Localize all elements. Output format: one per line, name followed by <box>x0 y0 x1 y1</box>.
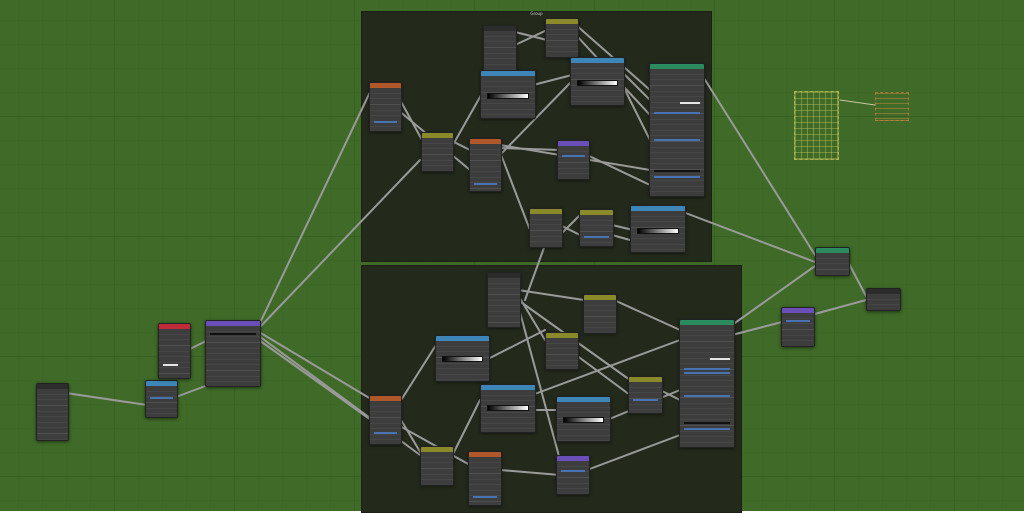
node-link <box>532 74 573 86</box>
node-input-6[interactable] <box>545 332 579 370</box>
node-link <box>397 344 437 406</box>
node-dark-2[interactable] <box>487 272 521 328</box>
node-group-input[interactable] <box>36 383 69 441</box>
node-link <box>682 211 816 263</box>
node-principled-bsdf-2[interactable] <box>679 319 735 448</box>
node-link <box>810 299 867 316</box>
node-input-7[interactable] <box>628 376 663 414</box>
node-principled-bsdf-1[interactable] <box>649 63 705 197</box>
node-texture-4[interactable] <box>468 451 502 506</box>
node-color-ramp-6[interactable] <box>556 396 611 442</box>
node-input-4[interactable] <box>579 209 614 247</box>
node-texture-1[interactable] <box>369 82 402 132</box>
node-input-8[interactable] <box>420 446 454 486</box>
node-link <box>65 392 148 406</box>
node-vector-splitter[interactable] <box>205 320 261 387</box>
node-editor-canvas[interactable]: Group <box>0 0 1024 513</box>
reroute-cluster[interactable] <box>794 91 839 160</box>
node-link <box>839 99 876 106</box>
node-link <box>258 331 372 400</box>
node-converter[interactable] <box>145 380 178 418</box>
reroute-cluster-small[interactable] <box>875 92 909 121</box>
node-input-1[interactable] <box>421 132 454 172</box>
node-input-2[interactable] <box>545 18 579 58</box>
node-link <box>611 234 631 241</box>
node-link <box>586 154 651 186</box>
node-vector-3[interactable] <box>781 307 815 347</box>
node-texture-2[interactable] <box>469 138 502 192</box>
node-color-ramp-2[interactable] <box>570 57 625 106</box>
node-vector-1[interactable] <box>557 140 590 180</box>
node-texture-3[interactable] <box>369 395 402 445</box>
node-input-3[interactable] <box>529 208 563 248</box>
node-link <box>258 89 372 326</box>
node-color-ramp-1[interactable] <box>480 70 536 119</box>
node-input-5[interactable] <box>583 294 617 334</box>
node-link <box>258 159 421 329</box>
node-output-red[interactable] <box>158 323 191 379</box>
node-link <box>559 224 581 236</box>
node-link <box>499 151 531 231</box>
node-link <box>559 214 581 236</box>
node-material-output[interactable] <box>866 288 901 311</box>
node-vector-2[interactable] <box>556 455 590 495</box>
node-color-ramp-3[interactable] <box>630 205 686 253</box>
node-link <box>485 329 546 361</box>
node-link <box>499 469 561 476</box>
node-mix-shader[interactable] <box>815 247 850 276</box>
node-color-ramp-4[interactable] <box>435 335 490 382</box>
node-link <box>613 299 681 331</box>
node-color-ramp-5[interactable] <box>480 384 536 433</box>
node-link <box>175 384 209 398</box>
node-link <box>731 321 783 336</box>
node-link <box>258 339 372 421</box>
